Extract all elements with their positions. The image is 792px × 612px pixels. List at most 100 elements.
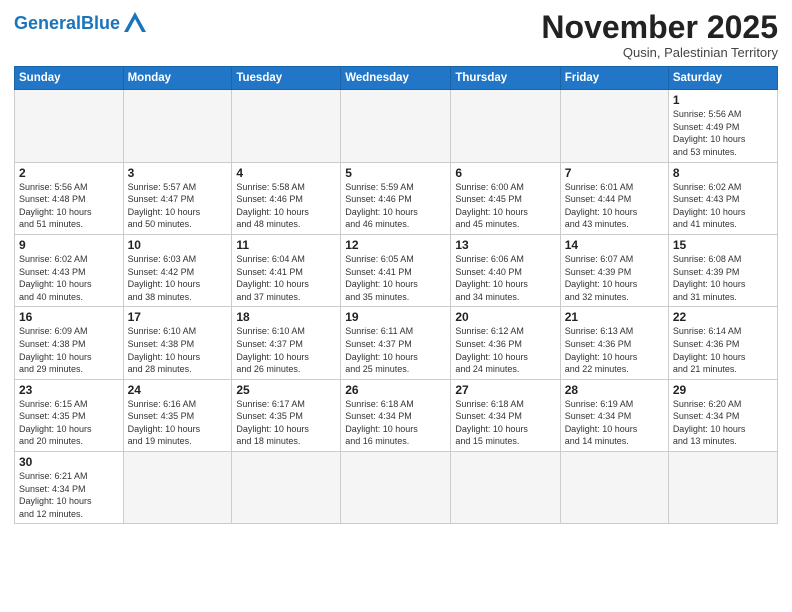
calendar-header-row: SundayMondayTuesdayWednesdayThursdayFrid… bbox=[15, 67, 778, 90]
calendar-cell: 7Sunrise: 6:01 AM Sunset: 4:44 PM Daylig… bbox=[560, 162, 668, 234]
calendar-cell bbox=[15, 90, 124, 162]
day-number: 29 bbox=[673, 383, 773, 397]
calendar-cell: 19Sunrise: 6:11 AM Sunset: 4:37 PM Dayli… bbox=[341, 307, 451, 379]
day-info: Sunrise: 6:19 AM Sunset: 4:34 PM Dayligh… bbox=[565, 399, 638, 447]
day-info: Sunrise: 6:10 AM Sunset: 4:38 PM Dayligh… bbox=[128, 326, 201, 374]
day-number: 12 bbox=[345, 238, 446, 252]
calendar-cell: 29Sunrise: 6:20 AM Sunset: 4:34 PM Dayli… bbox=[668, 379, 777, 451]
calendar-cell: 26Sunrise: 6:18 AM Sunset: 4:34 PM Dayli… bbox=[341, 379, 451, 451]
col-header-sunday: Sunday bbox=[15, 67, 124, 90]
calendar-cell bbox=[341, 452, 451, 524]
calendar-cell: 2 Sunrise: 5:56 AM Sunset: 4:48 PM Daylig… bbox=[15, 162, 124, 234]
day-number: 16 bbox=[19, 310, 119, 324]
day-info: Sunrise: 6:04 AM Sunset: 4:41 PM Dayligh… bbox=[236, 254, 309, 302]
calendar-cell: 1 Sunrise: 5:56 AM Sunset: 4:49 PM Daylig… bbox=[668, 90, 777, 162]
day-number: 1 bbox=[673, 93, 773, 107]
calendar-cell: 17 Sunrise: 6:10 AM Sunset: 4:38 PM Dayli… bbox=[123, 307, 232, 379]
calendar-cell: 20Sunrise: 6:12 AM Sunset: 4:36 PM Dayli… bbox=[451, 307, 560, 379]
logo-icon bbox=[124, 12, 146, 32]
col-header-friday: Friday bbox=[560, 67, 668, 90]
calendar-cell: 15 Sunrise: 6:08 AM Sunset: 4:39 PM Dayli… bbox=[668, 234, 777, 306]
calendar-cell bbox=[668, 452, 777, 524]
day-info: Sunrise: 6:11 AM Sunset: 4:37 PM Dayligh… bbox=[345, 326, 418, 374]
day-number: 30 bbox=[19, 455, 119, 469]
day-info: Sunrise: 6:14 AM Sunset: 4:36 PM Dayligh… bbox=[673, 326, 746, 374]
day-info: Sunrise: 6:13 AM Sunset: 4:36 PM Dayligh… bbox=[565, 326, 638, 374]
calendar-cell: 23 Sunrise: 6:15 AM Sunset: 4:35 PM Dayli… bbox=[15, 379, 124, 451]
day-info: Sunrise: 6:10 AM Sunset: 4:37 PM Dayligh… bbox=[236, 326, 309, 374]
col-header-saturday: Saturday bbox=[668, 67, 777, 90]
calendar-cell bbox=[451, 90, 560, 162]
subtitle: Qusin, Palestinian Territory bbox=[541, 45, 778, 60]
calendar-cell: 28 Sunrise: 6:19 AM Sunset: 4:34 PM Dayli… bbox=[560, 379, 668, 451]
calendar-cell bbox=[123, 452, 232, 524]
day-number: 8 bbox=[673, 166, 773, 180]
day-number: 11 bbox=[236, 238, 336, 252]
calendar-cell: 14Sunrise: 6:07 AM Sunset: 4:39 PM Dayli… bbox=[560, 234, 668, 306]
logo-text: GeneralBlue bbox=[14, 14, 120, 32]
day-number: 23 bbox=[19, 383, 119, 397]
day-info: Sunrise: 5:58 AM Sunset: 4:46 PM Dayligh… bbox=[236, 182, 309, 230]
day-info: Sunrise: 6:18 AM Sunset: 4:34 PM Dayligh… bbox=[455, 399, 528, 447]
day-info: Sunrise: 6:02 AM Sunset: 4:43 PM Dayligh… bbox=[19, 254, 92, 302]
calendar-cell: 3 Sunrise: 5:57 AM Sunset: 4:47 PM Daylig… bbox=[123, 162, 232, 234]
week-row-3: 16 Sunrise: 6:09 AM Sunset: 4:38 PM Dayli… bbox=[15, 307, 778, 379]
logo-general: General bbox=[14, 13, 81, 33]
day-info: Sunrise: 6:15 AM Sunset: 4:35 PM Dayligh… bbox=[19, 399, 92, 447]
calendar-cell: 27Sunrise: 6:18 AM Sunset: 4:34 PM Dayli… bbox=[451, 379, 560, 451]
calendar-cell: 9 Sunrise: 6:02 AM Sunset: 4:43 PM Daylig… bbox=[15, 234, 124, 306]
day-number: 28 bbox=[565, 383, 664, 397]
day-info: Sunrise: 6:08 AM Sunset: 4:39 PM Dayligh… bbox=[673, 254, 746, 302]
day-number: 2 bbox=[19, 166, 119, 180]
title-area: November 2025 Qusin, Palestinian Territo… bbox=[541, 10, 778, 60]
day-number: 17 bbox=[128, 310, 228, 324]
calendar-cell: 21 Sunrise: 6:13 AM Sunset: 4:36 PM Dayli… bbox=[560, 307, 668, 379]
calendar-cell: 10Sunrise: 6:03 AM Sunset: 4:42 PM Dayli… bbox=[123, 234, 232, 306]
calendar-cell bbox=[123, 90, 232, 162]
calendar-cell: 16 Sunrise: 6:09 AM Sunset: 4:38 PM Dayli… bbox=[15, 307, 124, 379]
calendar-cell bbox=[232, 90, 341, 162]
col-header-tuesday: Tuesday bbox=[232, 67, 341, 90]
day-number: 15 bbox=[673, 238, 773, 252]
calendar-cell bbox=[451, 452, 560, 524]
day-number: 3 bbox=[128, 166, 228, 180]
day-number: 22 bbox=[673, 310, 773, 324]
calendar-cell: 6Sunrise: 6:00 AM Sunset: 4:45 PM Daylig… bbox=[451, 162, 560, 234]
day-number: 25 bbox=[236, 383, 336, 397]
calendar-cell: 11 Sunrise: 6:04 AM Sunset: 4:41 PM Dayli… bbox=[232, 234, 341, 306]
calendar-cell: 30Sunrise: 6:21 AM Sunset: 4:34 PM Dayli… bbox=[15, 452, 124, 524]
day-number: 9 bbox=[19, 238, 119, 252]
day-info: Sunrise: 6:02 AM Sunset: 4:43 PM Dayligh… bbox=[673, 182, 746, 230]
day-info: Sunrise: 5:57 AM Sunset: 4:47 PM Dayligh… bbox=[128, 182, 201, 230]
calendar-cell: 22 Sunrise: 6:14 AM Sunset: 4:36 PM Dayli… bbox=[668, 307, 777, 379]
day-info: Sunrise: 6:00 AM Sunset: 4:45 PM Dayligh… bbox=[455, 182, 528, 230]
day-info: Sunrise: 5:56 AM Sunset: 4:48 PM Dayligh… bbox=[19, 182, 92, 230]
week-row-5: 30Sunrise: 6:21 AM Sunset: 4:34 PM Dayli… bbox=[15, 452, 778, 524]
day-number: 14 bbox=[565, 238, 664, 252]
calendar-cell bbox=[560, 452, 668, 524]
day-number: 20 bbox=[455, 310, 555, 324]
col-header-monday: Monday bbox=[123, 67, 232, 90]
calendar-cell: 4Sunrise: 5:58 AM Sunset: 4:46 PM Daylig… bbox=[232, 162, 341, 234]
calendar-cell: 25 Sunrise: 6:17 AM Sunset: 4:35 PM Dayli… bbox=[232, 379, 341, 451]
month-title: November 2025 bbox=[541, 10, 778, 45]
calendar-cell bbox=[341, 90, 451, 162]
day-info: Sunrise: 5:56 AM Sunset: 4:49 PM Dayligh… bbox=[673, 109, 746, 157]
day-info: Sunrise: 6:09 AM Sunset: 4:38 PM Dayligh… bbox=[19, 326, 92, 374]
day-number: 18 bbox=[236, 310, 336, 324]
day-info: Sunrise: 5:59 AM Sunset: 4:46 PM Dayligh… bbox=[345, 182, 418, 230]
calendar-cell bbox=[560, 90, 668, 162]
col-header-wednesday: Wednesday bbox=[341, 67, 451, 90]
col-header-thursday: Thursday bbox=[451, 67, 560, 90]
calendar-cell: 13Sunrise: 6:06 AM Sunset: 4:40 PM Dayli… bbox=[451, 234, 560, 306]
day-number: 21 bbox=[565, 310, 664, 324]
calendar-cell bbox=[232, 452, 341, 524]
day-info: Sunrise: 6:17 AM Sunset: 4:35 PM Dayligh… bbox=[236, 399, 309, 447]
day-info: Sunrise: 6:06 AM Sunset: 4:40 PM Dayligh… bbox=[455, 254, 528, 302]
week-row-0: 1 Sunrise: 5:56 AM Sunset: 4:49 PM Daylig… bbox=[15, 90, 778, 162]
week-row-1: 2 Sunrise: 5:56 AM Sunset: 4:48 PM Daylig… bbox=[15, 162, 778, 234]
week-row-4: 23 Sunrise: 6:15 AM Sunset: 4:35 PM Dayli… bbox=[15, 379, 778, 451]
week-row-2: 9 Sunrise: 6:02 AM Sunset: 4:43 PM Daylig… bbox=[15, 234, 778, 306]
page: GeneralBlue November 2025 Qusin, Palesti… bbox=[0, 0, 792, 612]
calendar-cell: 24Sunrise: 6:16 AM Sunset: 4:35 PM Dayli… bbox=[123, 379, 232, 451]
